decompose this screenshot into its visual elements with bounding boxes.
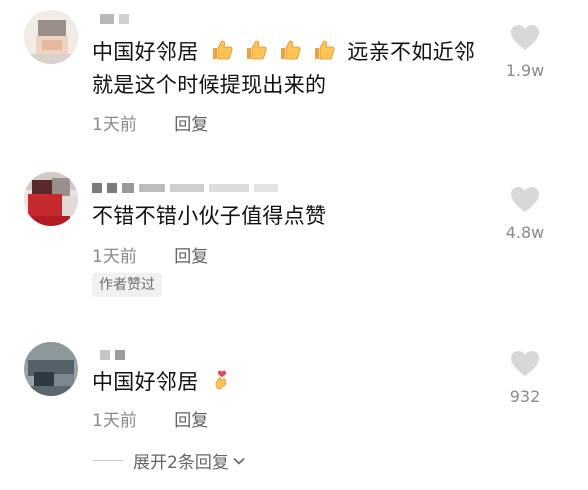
thumbs-up-icon — [211, 40, 347, 64]
heart-icon[interactable] — [510, 186, 540, 213]
comment-text-part: 就是这个时候提现出来的 — [92, 73, 327, 97]
like-count: 4.8w — [505, 223, 545, 242]
comment-meta: 1天前 回复 — [92, 110, 208, 135]
timestamp: 1天前 — [92, 411, 137, 431]
finger-heart-icon — [211, 370, 236, 394]
comment-meta: 1天前 回复 — [92, 242, 208, 267]
heart-icon[interactable] — [510, 24, 540, 51]
reply-button[interactable]: 回复 — [174, 247, 208, 267]
avatar[interactable] — [24, 172, 78, 226]
username-blurred[interactable] — [92, 183, 278, 193]
like-button[interactable]: 4.8w — [502, 186, 548, 242]
expand-replies-label[interactable]: 展开2条回复 — [133, 448, 229, 473]
divider — [92, 460, 124, 461]
avatar[interactable] — [24, 10, 78, 64]
heart-icon[interactable] — [510, 350, 540, 377]
timestamp: 1天前 — [92, 115, 137, 135]
comment-meta: 1天前 回复 — [92, 406, 208, 431]
expand-replies-button[interactable]: 展开2条回复 — [92, 448, 246, 473]
username-blurred[interactable] — [100, 14, 129, 24]
like-count: 1.9w — [505, 61, 545, 80]
like-button[interactable]: 1.9w — [502, 24, 548, 80]
like-count: 932 — [509, 387, 541, 406]
comment-text-part: 不错不错小伙子值得点赞 — [92, 204, 327, 228]
reply-button[interactable]: 回复 — [174, 115, 208, 135]
author-liked-badge: 作者赞过 — [92, 273, 162, 297]
username-blurred[interactable] — [100, 350, 125, 360]
reply-button[interactable]: 回复 — [174, 411, 208, 431]
comment-text: 中国好邻居 — [92, 366, 236, 399]
comment-text-part: 远亲不如近邻 — [347, 40, 476, 64]
comment-text-part: 中国好邻居 — [92, 40, 199, 64]
comment-text: 不错不错小伙子值得点赞 — [92, 200, 326, 233]
comment-text: 中国好邻居 远亲不如近邻 就是这个时候提现出来的 — [92, 36, 475, 102]
like-button[interactable]: 932 — [502, 350, 548, 406]
avatar[interactable] — [24, 342, 78, 396]
timestamp: 1天前 — [92, 247, 137, 267]
chevron-down-icon[interactable] — [232, 454, 246, 468]
comment-text-part: 中国好邻居 — [92, 370, 199, 394]
